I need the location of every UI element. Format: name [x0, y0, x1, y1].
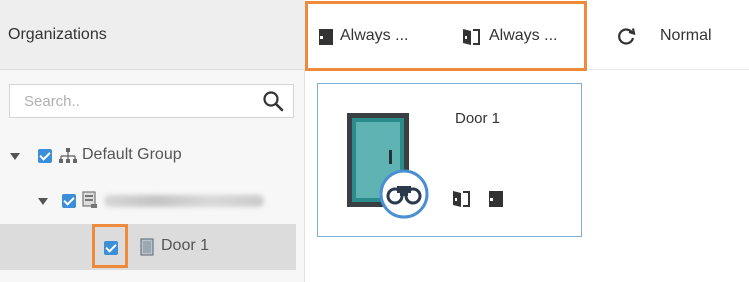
refresh-icon: [618, 28, 636, 45]
door-card[interactable]: Door 1: [317, 83, 582, 237]
toolbar-highlight: [305, 1, 587, 71]
device-name-obscured: [104, 195, 264, 207]
normal-button[interactable]: Normal: [616, 23, 734, 49]
tree-checkbox[interactable]: [62, 194, 76, 208]
tree-node-default-group[interactable]: Default Group: [0, 140, 296, 172]
tree-label-door-1: Door 1: [161, 237, 210, 254]
organization-panel-header: Organizations: [0, 0, 305, 70]
organization-panel: Organizations Default Group: [0, 0, 305, 282]
tree-node-door-1[interactable]: Door 1: [0, 224, 296, 270]
expand-arrow-icon[interactable]: [38, 198, 48, 205]
search-box[interactable]: [9, 84, 294, 118]
door-name: Door 1: [455, 110, 501, 127]
door-open-icon[interactable]: [452, 189, 472, 209]
tree-label-default-group: Default Group: [82, 146, 182, 163]
tree-node-device[interactable]: [0, 185, 296, 217]
checkbox-highlight: [92, 224, 128, 268]
panel-title: Organizations: [8, 26, 107, 43]
door-icon: [140, 238, 154, 256]
search-icon[interactable]: [261, 89, 285, 113]
door-status-icon: [347, 113, 429, 219]
expand-arrow-icon[interactable]: [10, 153, 20, 160]
search-input[interactable]: [10, 85, 250, 117]
door-closed-icon[interactable]: [488, 190, 504, 208]
normal-label: Normal: [660, 27, 712, 44]
org-tree-icon: [59, 148, 77, 163]
tree-checkbox[interactable]: [38, 149, 52, 163]
device-icon: [82, 191, 97, 208]
